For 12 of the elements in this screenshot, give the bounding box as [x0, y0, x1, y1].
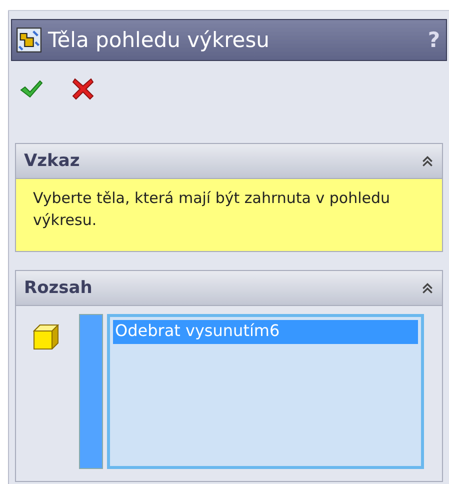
feature-icon — [16, 27, 42, 53]
help-button[interactable]: ? — [428, 28, 440, 52]
message-text: Vyberte těla, která mají být zahrnuta v pohledu výkresu. — [16, 179, 442, 251]
selection-list[interactable]: Odebrat vysunutím6 — [107, 314, 424, 469]
collapse-icon[interactable] — [421, 282, 434, 294]
list-item[interactable]: Odebrat vysunutím6 — [113, 320, 418, 344]
cube-icon — [33, 324, 59, 350]
group-title: Vzkaz — [24, 151, 80, 171]
collapse-icon[interactable] — [421, 154, 434, 168]
group-title: Rozsah — [24, 278, 92, 298]
cancel-icon[interactable] — [71, 77, 95, 101]
window-title: Těla pohledu výkresu — [48, 28, 270, 52]
